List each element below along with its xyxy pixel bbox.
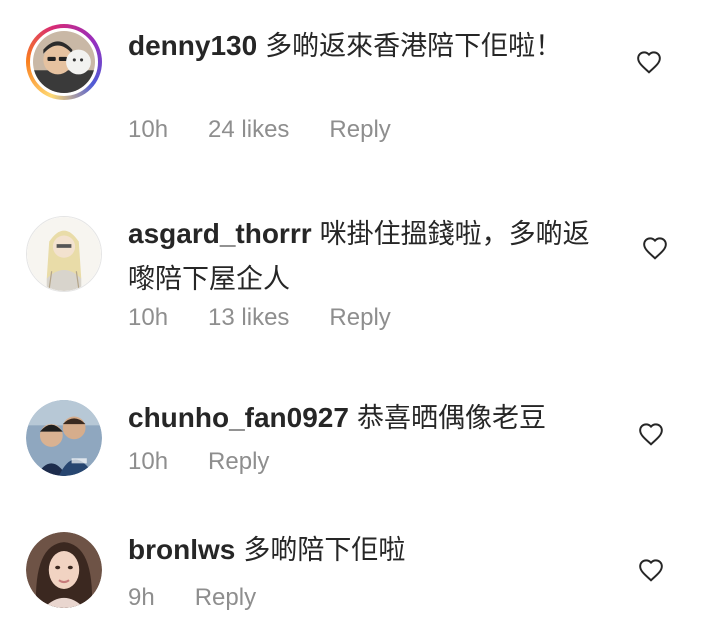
- comment-likes-count[interactable]: 13 likes: [208, 304, 289, 332]
- comment-username[interactable]: denny130: [128, 30, 257, 61]
- avatar-photo: [26, 400, 102, 476]
- avatar-with-story-ring[interactable]: [26, 24, 102, 100]
- avatar-image: [30, 28, 98, 96]
- heart-outline-icon[interactable]: [636, 50, 662, 74]
- comment-list: denny130 多啲返來香港陪下佢啦！ 10h 24 likes Reply: [0, 0, 703, 640]
- comment-time: 10h: [128, 116, 169, 143]
- reply-button[interactable]: Reply: [208, 448, 269, 476]
- heart-outline-icon[interactable]: [638, 558, 664, 582]
- avatar-image: [26, 400, 102, 476]
- comment-time: 10h: [128, 304, 169, 331]
- heart-outline-icon[interactable]: [642, 236, 668, 260]
- comment-username[interactable]: bronlws: [128, 534, 235, 565]
- reply-button[interactable]: Reply: [195, 584, 256, 612]
- comment-text: 多啲返來香港陪下佢啦！: [265, 31, 563, 62]
- comment-text: 多啲陪下佢啦: [243, 535, 406, 566]
- avatar-photo: [26, 532, 102, 608]
- reply-button[interactable]: Reply: [329, 116, 390, 144]
- comment-likes-count[interactable]: 24 likes: [208, 116, 289, 144]
- avatar-image: [26, 532, 102, 608]
- heart-outline-icon[interactable]: [638, 422, 664, 446]
- avatar-photo: [33, 31, 95, 93]
- comment-time: 9h: [128, 584, 155, 611]
- avatar[interactable]: [26, 216, 102, 292]
- avatar-illustration: [27, 217, 101, 291]
- avatar[interactable]: [26, 532, 102, 608]
- comment-time: 10h: [128, 448, 169, 475]
- avatar-image: [27, 217, 101, 291]
- comment-username[interactable]: chunho_fan0927: [128, 402, 349, 433]
- comment-username[interactable]: asgard_thorrr: [128, 218, 312, 249]
- comment-text: 恭喜晒偶像老豆: [356, 403, 546, 434]
- avatar[interactable]: [26, 400, 102, 476]
- reply-button[interactable]: Reply: [329, 304, 390, 332]
